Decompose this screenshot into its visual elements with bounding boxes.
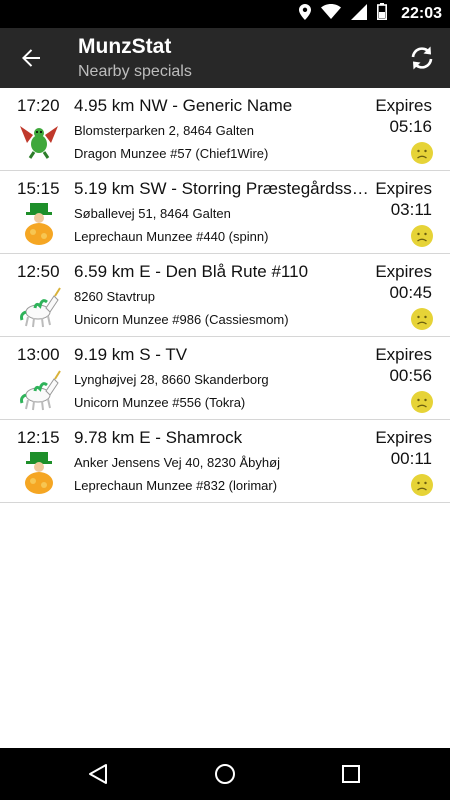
expires-label: Expires bbox=[375, 428, 432, 447]
special-row[interactable]: 17:20 4.95 km NW - Generic Name Blomster… bbox=[0, 88, 450, 171]
special-title: 9.78 km E - Shamrock bbox=[74, 428, 243, 447]
expires-label: Expires bbox=[375, 262, 432, 281]
status-bar: 22:03 bbox=[0, 0, 450, 28]
special-munzee: Dragon Munzee #57 (Chief1Wire) bbox=[74, 146, 269, 161]
special-time: 12:50 bbox=[17, 262, 60, 281]
special-time: 13:00 bbox=[17, 345, 60, 364]
nav-home-button[interactable] bbox=[210, 760, 240, 788]
status-time: 22:03 bbox=[401, 5, 442, 22]
app-title: MunzStat bbox=[78, 35, 172, 58]
expires-countdown: 00:56 bbox=[389, 366, 432, 385]
location-icon bbox=[299, 3, 312, 25]
special-munzee: Leprechaun Munzee #440 (spinn) bbox=[74, 229, 269, 244]
wifi-icon bbox=[321, 4, 342, 24]
special-address: Søballevej 51, 8464 Galten bbox=[74, 206, 231, 221]
special-munzee: Leprechaun Munzee #832 (lorimar) bbox=[74, 478, 278, 493]
expires-label: Expires bbox=[375, 345, 432, 364]
expires-countdown: 00:11 bbox=[390, 449, 432, 468]
special-title: 4.95 km NW - Generic Name bbox=[74, 96, 293, 115]
sad-face-icon bbox=[411, 391, 433, 413]
nav-recents-icon bbox=[342, 765, 360, 783]
special-row[interactable]: 13:00 9.19 km S - TV Lynghøjvej 28, 8660… bbox=[0, 337, 450, 420]
special-time: 15:15 bbox=[17, 179, 60, 198]
navigation-bar bbox=[0, 748, 450, 800]
unicorn-icon bbox=[16, 367, 62, 413]
special-address: Anker Jensens Vej 40, 8230 Åbyhøj bbox=[74, 455, 280, 470]
sad-face-icon bbox=[411, 308, 433, 330]
sad-face-icon bbox=[411, 474, 433, 496]
app-bar: MunzStat Nearby specials bbox=[0, 28, 450, 88]
battery-icon bbox=[377, 3, 388, 25]
dragon-icon bbox=[16, 118, 62, 164]
leprechaun-icon bbox=[16, 450, 62, 496]
expires-countdown: 03:11 bbox=[390, 200, 432, 219]
special-munzee: Unicorn Munzee #986 (Cassiesmom) bbox=[74, 312, 289, 327]
expires-countdown: 05:16 bbox=[389, 117, 432, 136]
back-button[interactable] bbox=[16, 43, 46, 73]
expires-label: Expires bbox=[375, 179, 432, 198]
nav-recents-button[interactable] bbox=[336, 760, 366, 788]
expires-label: Expires bbox=[375, 96, 432, 115]
special-title: 5.19 km SW - Storring Præstegårdsskov bbox=[74, 179, 370, 198]
arrow-back-icon bbox=[22, 49, 40, 67]
special-munzee: Unicorn Munzee #556 (Tokra) bbox=[74, 395, 246, 410]
special-time: 12:15 bbox=[17, 428, 60, 447]
leprechaun-icon bbox=[16, 201, 62, 247]
cell-signal-icon bbox=[351, 3, 368, 25]
special-address: Blomsterparken 2, 8464 Galten bbox=[74, 123, 254, 138]
status-icons: 22:03 bbox=[299, 0, 442, 28]
app-subtitle: Nearby specials bbox=[78, 63, 192, 80]
refresh-button[interactable] bbox=[406, 42, 438, 74]
nav-home-icon bbox=[215, 764, 235, 784]
special-address: 8260 Stavtrup bbox=[74, 289, 155, 304]
special-time: 17:20 bbox=[17, 96, 60, 115]
sad-face-icon bbox=[411, 142, 433, 164]
special-title: 9.19 km S - TV bbox=[74, 345, 188, 364]
sad-face-icon bbox=[411, 225, 433, 247]
refresh-icon bbox=[411, 46, 433, 70]
unicorn-icon bbox=[16, 284, 62, 330]
nav-back-icon bbox=[89, 764, 107, 784]
specials-list: 17:20 4.95 km NW - Generic Name Blomster… bbox=[0, 88, 450, 503]
expires-countdown: 00:45 bbox=[389, 283, 432, 302]
special-row[interactable]: 12:15 9.78 km E - Shamrock Anker Jensens… bbox=[0, 420, 450, 503]
special-row[interactable]: 12:50 6.59 km E - Den Blå Rute #110 8260… bbox=[0, 254, 450, 337]
special-title: 6.59 km E - Den Blå Rute #110 bbox=[74, 262, 309, 281]
special-address: Lynghøjvej 28, 8660 Skanderborg bbox=[74, 372, 269, 387]
nav-back-button[interactable] bbox=[83, 760, 113, 788]
special-row[interactable]: 15:15 5.19 km SW - Storring Præstegårdss… bbox=[0, 171, 450, 254]
